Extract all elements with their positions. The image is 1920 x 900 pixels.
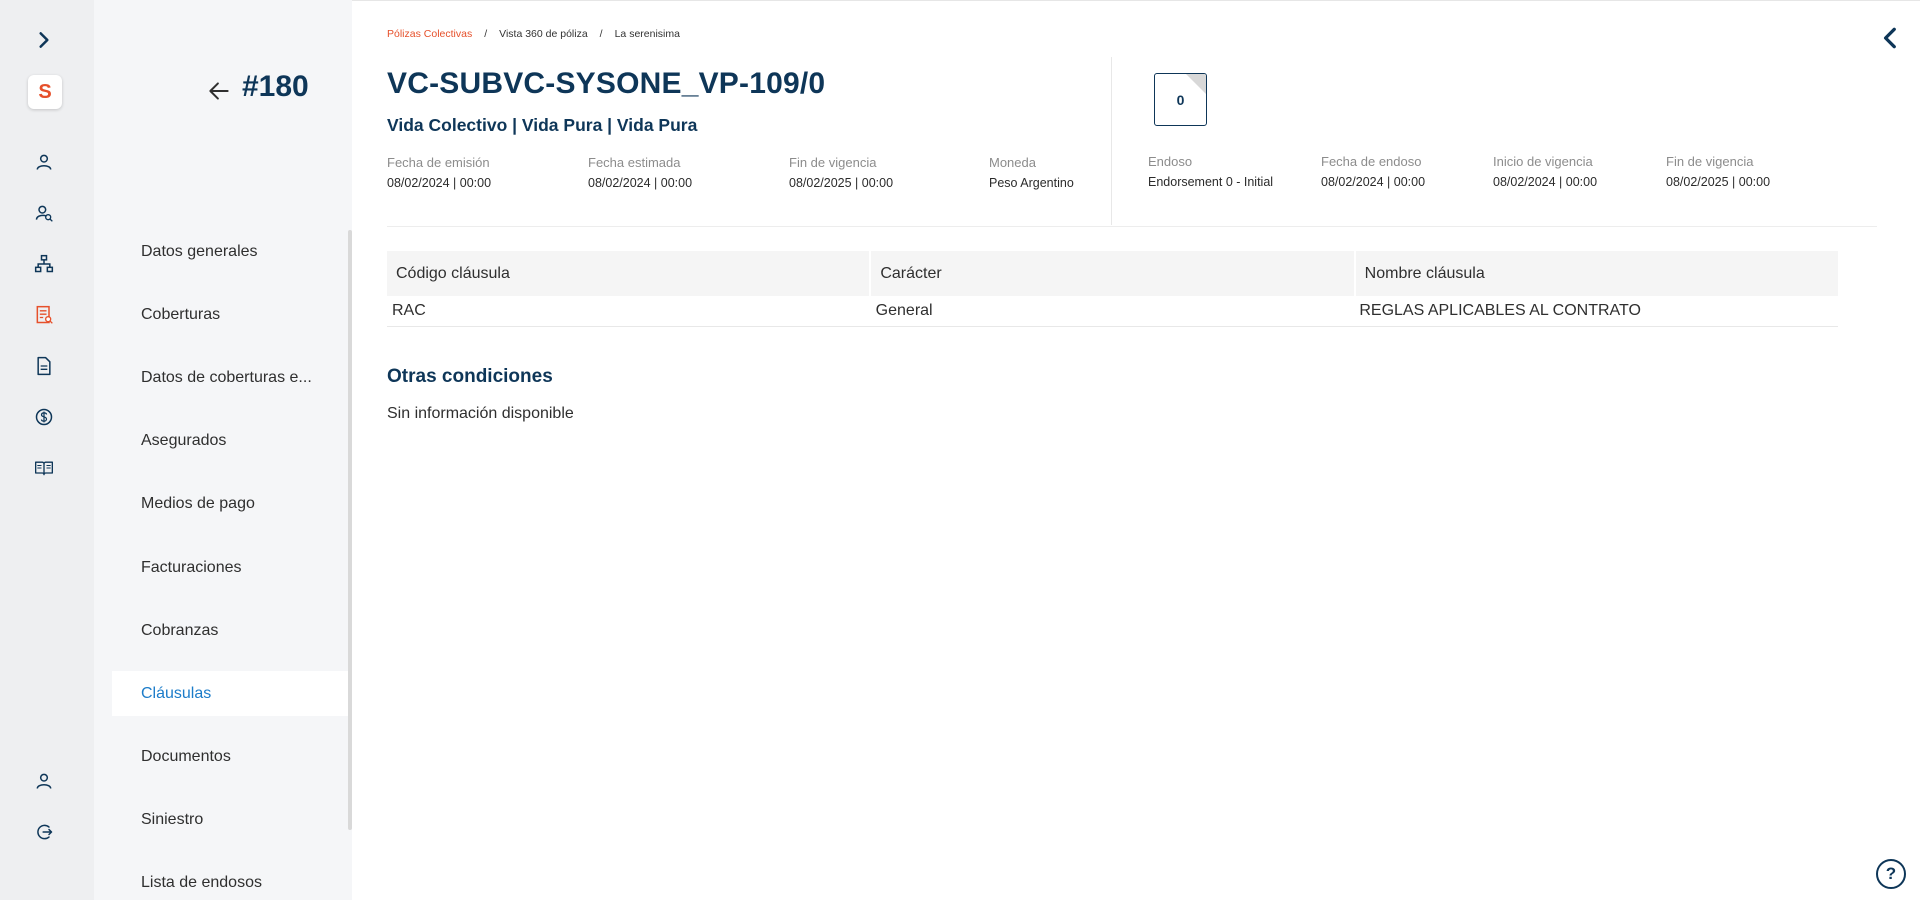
table-cell: RAC bbox=[392, 302, 426, 319]
field-fecha-estimada: Fecha estimada 08/02/2024 | 00:00 bbox=[588, 155, 692, 190]
field-label: Fecha estimada bbox=[588, 155, 681, 170]
field-value: 08/02/2024 | 00:00 bbox=[1321, 175, 1426, 189]
policy-sidebar: #180 Datos generales Coberturas Datos de… bbox=[94, 0, 352, 900]
breadcrumb-separator: / bbox=[599, 28, 603, 40]
menu-item-datos-coberturas[interactable]: Datos de coberturas e... bbox=[112, 346, 352, 409]
breadcrumb: Pólizas Colectivas / Vista 360 de póliza… bbox=[387, 28, 680, 40]
main-content: Pólizas Colectivas / Vista 360 de póliza… bbox=[352, 0, 1920, 900]
menu-item-coberturas[interactable]: Coberturas bbox=[112, 283, 352, 346]
policy-subtitle: Vida Colectivo | Vida Pura | Vida Pura bbox=[387, 115, 698, 135]
menu-item-clausulas[interactable]: Cláusulas bbox=[112, 671, 352, 717]
field-value: Peso Argentino bbox=[989, 176, 1074, 190]
menu-item-facturaciones[interactable]: Facturaciones bbox=[112, 536, 352, 599]
chevron-left-icon[interactable] bbox=[1878, 25, 1904, 51]
field-value: 08/02/2024 | 00:00 bbox=[588, 176, 693, 190]
user-icon[interactable] bbox=[27, 145, 61, 179]
back-arrow-icon[interactable] bbox=[206, 78, 232, 104]
column-header-nombre[interactable]: Nombre cláusula bbox=[1356, 251, 1838, 296]
user-profile-icon[interactable] bbox=[27, 764, 61, 798]
field-endoso: Endoso Endorsement 0 - Initial bbox=[1148, 154, 1273, 189]
field-value: Endorsement 0 - Initial bbox=[1148, 175, 1274, 189]
field-label: Fecha de endoso bbox=[1321, 154, 1422, 169]
breadcrumb-polizas-colectivas[interactable]: Pólizas Colectivas bbox=[387, 28, 472, 40]
field-value: 08/02/2024 | 00:00 bbox=[1493, 175, 1598, 189]
table-row[interactable]: RAC General REGLAS APLICABLES AL CONTRAT… bbox=[387, 296, 1838, 327]
column-header-caracter[interactable]: Carácter bbox=[871, 251, 1356, 296]
menu-item-medios-de-pago[interactable]: Medios de pago bbox=[112, 473, 352, 536]
field-endoso-fin-vigencia: Fin de vigencia 08/02/2025 | 00:00 bbox=[1666, 154, 1770, 189]
policy-list-icon[interactable] bbox=[27, 298, 61, 332]
policy-id: #180 bbox=[242, 70, 309, 103]
table-cell: General bbox=[875, 302, 933, 319]
document-icon[interactable] bbox=[27, 349, 61, 383]
header-divider bbox=[1111, 57, 1112, 225]
icon-rail: S bbox=[0, 0, 94, 900]
breadcrumb-vista-360[interactable]: Vista 360 de póliza bbox=[499, 28, 588, 40]
logout-icon[interactable] bbox=[27, 815, 61, 849]
app-logo[interactable]: S bbox=[28, 75, 62, 109]
users-search-icon[interactable] bbox=[27, 196, 61, 230]
field-label: Endoso bbox=[1148, 154, 1193, 169]
chevron-right-icon[interactable] bbox=[27, 23, 61, 57]
help-icon[interactable]: ? bbox=[1876, 859, 1906, 889]
policy-menu: Datos generales Coberturas Datos de cobe… bbox=[112, 220, 352, 900]
field-inicio-vigencia: Inicio de vigencia 08/02/2024 | 00:00 bbox=[1493, 154, 1597, 189]
header-bottom-divider bbox=[387, 226, 1877, 227]
field-fecha-endoso: Fecha de endoso 08/02/2024 | 00:00 bbox=[1321, 154, 1425, 189]
book-icon[interactable] bbox=[27, 451, 61, 485]
field-label: Inicio de vigencia bbox=[1493, 154, 1593, 169]
field-fin-vigencia: Fin de vigencia 08/02/2025 | 00:00 bbox=[789, 155, 893, 190]
section-title-otras-condiciones: Otras condiciones bbox=[387, 366, 553, 387]
menu-item-documentos[interactable]: Documentos bbox=[112, 725, 352, 788]
field-label: Fin de vigencia bbox=[789, 155, 877, 170]
dollar-icon[interactable] bbox=[27, 400, 61, 434]
policy-title: VC-SUBVC-SYSONE_VP-109/0 bbox=[387, 67, 826, 100]
menu-item-datos-generales[interactable]: Datos generales bbox=[112, 220, 352, 283]
breadcrumb-current: La serenisima bbox=[614, 28, 680, 40]
column-header-codigo[interactable]: Código cláusula bbox=[387, 251, 872, 296]
table-cell: REGLAS APLICABLES AL CONTRATO bbox=[1359, 302, 1641, 319]
endorsement-number-badge[interactable]: 0 bbox=[1154, 73, 1207, 126]
breadcrumb-separator: / bbox=[484, 28, 488, 40]
field-value: 08/02/2024 | 00:00 bbox=[387, 176, 492, 190]
table-header: Código cláusula Carácter Nombre cláusula bbox=[387, 251, 1838, 296]
field-label: Fecha de emisión bbox=[387, 155, 490, 170]
field-value: 08/02/2025 | 00:00 bbox=[1666, 175, 1771, 189]
field-value: 08/02/2025 | 00:00 bbox=[789, 176, 894, 190]
menu-item-lista-de-endosos[interactable]: Lista de endosos bbox=[112, 852, 352, 900]
menu-item-cobranzas[interactable]: Cobranzas bbox=[112, 599, 352, 662]
field-fecha-emision: Fecha de emisión 08/02/2024 | 00:00 bbox=[387, 155, 491, 190]
menu-item-siniestro[interactable]: Siniestro bbox=[112, 789, 352, 852]
field-label: Moneda bbox=[989, 155, 1036, 170]
clauses-table: Código cláusula Carácter Nombre cláusula… bbox=[387, 251, 1838, 327]
field-label: Fin de vigencia bbox=[1666, 154, 1754, 169]
menu-item-asegurados[interactable]: Asegurados bbox=[112, 410, 352, 473]
field-moneda: Moneda Peso Argentino bbox=[989, 155, 1074, 190]
hierarchy-icon[interactable] bbox=[27, 247, 61, 281]
empty-state-text: Sin información disponible bbox=[387, 405, 574, 422]
